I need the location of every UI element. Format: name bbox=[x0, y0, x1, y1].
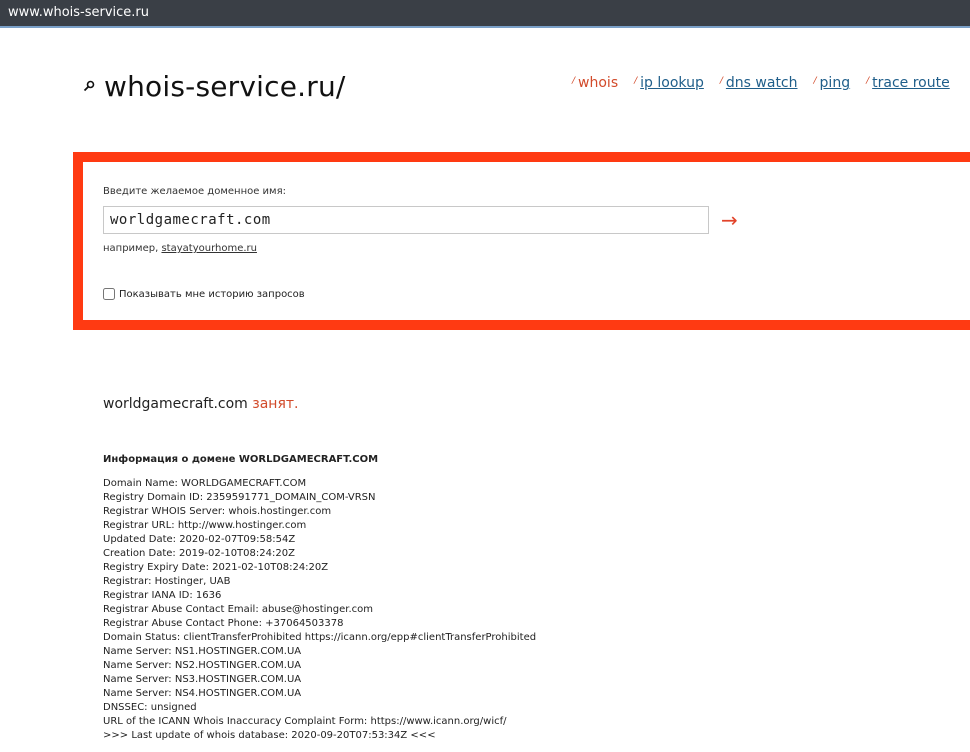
whois-line: Domain Name: WORLDGAMECRAFT.COM bbox=[103, 478, 307, 489]
nav-item-whois[interactable]: / whois bbox=[572, 75, 618, 91]
whois-line: Registrar IANA ID: 1636 bbox=[103, 590, 222, 601]
history-toggle[interactable]: Показывать мне историю запросов bbox=[103, 288, 305, 300]
whois-line: Name Server: NS3.HOSTINGER.COM.UA bbox=[103, 674, 302, 685]
site-logo[interactable]: whois-service.ru/ bbox=[82, 66, 346, 106]
whois-line: Registry Domain ID: 2359591771_DOMAIN_CO… bbox=[103, 492, 376, 503]
example-hint: например, stayatyourhome.ru bbox=[103, 243, 257, 254]
result-title: worldgamecraft.com занят. bbox=[103, 396, 299, 412]
submit-arrow-icon[interactable]: → bbox=[721, 210, 738, 230]
nav-link-dns-watch[interactable]: dns watch bbox=[726, 75, 798, 91]
history-checkbox[interactable] bbox=[103, 288, 115, 300]
result-status: занят. bbox=[252, 396, 299, 412]
nav-slash-mark: / bbox=[866, 76, 870, 86]
whois-line: Name Server: NS4.HOSTINGER.COM.UA bbox=[103, 688, 302, 699]
nav-slash-mark: / bbox=[634, 76, 638, 86]
nav-link-whois[interactable]: whois bbox=[578, 75, 618, 91]
magnifier-icon bbox=[83, 80, 95, 92]
browser-address-bar[interactable]: www.whois-service.ru bbox=[0, 0, 970, 28]
nav-link-trace-route[interactable]: trace route bbox=[872, 75, 950, 91]
nav-item-dns-watch[interactable]: / dns watch bbox=[720, 75, 798, 91]
main-nav: / whois / ip lookup / dns watch / ping /… bbox=[572, 75, 966, 91]
example-link[interactable]: stayatyourhome.ru bbox=[161, 243, 257, 254]
url-text[interactable]: www.whois-service.ru bbox=[8, 5, 149, 20]
whois-line: Registrar URL: http://www.hostinger.com bbox=[103, 520, 307, 531]
domain-input[interactable] bbox=[103, 206, 709, 234]
whois-line: DNSSEC: unsigned bbox=[103, 702, 197, 713]
nav-item-ip-lookup[interactable]: / ip lookup bbox=[634, 75, 704, 91]
whois-line: Registrar Abuse Contact Phone: +37064503… bbox=[103, 618, 344, 629]
nav-item-trace-route[interactable]: / trace route bbox=[866, 75, 950, 91]
whois-line: >>> Last update of whois database: 2020-… bbox=[103, 730, 436, 741]
whois-line: Creation Date: 2019-02-10T08:24:20Z bbox=[103, 548, 295, 559]
logo-text: whois-service.ru/ bbox=[104, 69, 346, 103]
whois-line: Registrar Abuse Contact Email: abuse@hos… bbox=[103, 604, 373, 615]
domain-input-label: Введите желаемое доменное имя: bbox=[103, 186, 286, 197]
nav-slash-mark: / bbox=[719, 76, 723, 86]
whois-line: Name Server: NS2.HOSTINGER.COM.UA bbox=[103, 660, 302, 671]
result-domain: worldgamecraft.com bbox=[103, 396, 248, 412]
whois-line: Name Server: NS1.HOSTINGER.COM.UA bbox=[103, 646, 302, 657]
whois-line: Registry Expiry Date: 2021-02-10T08:24:2… bbox=[103, 562, 329, 573]
domain-info-heading: Информация о домене WORLDGAMECRAFT.COM bbox=[103, 454, 379, 465]
whois-line: Registrar: Hostinger, UAB bbox=[103, 576, 231, 587]
whois-line: URL of the ICANN Whois Inaccuracy Compla… bbox=[103, 716, 507, 727]
nav-link-ping[interactable]: ping bbox=[820, 75, 851, 91]
example-prefix: например, bbox=[103, 243, 159, 254]
whois-line: Registrar WHOIS Server: whois.hostinger.… bbox=[103, 506, 332, 517]
whois-line: Updated Date: 2020-02-07T09:58:54Z bbox=[103, 534, 296, 545]
nav-item-ping[interactable]: / ping bbox=[814, 75, 851, 91]
domain-search-form: Введите желаемое доменное имя: → наприме… bbox=[73, 152, 970, 330]
history-label: Показывать мне историю запросов bbox=[119, 288, 305, 300]
whois-record: Domain Name: WORLDGAMECRAFT.COM Registry … bbox=[103, 477, 536, 743]
nav-slash-mark: / bbox=[813, 76, 817, 86]
nav-link-ip-lookup[interactable]: ip lookup bbox=[640, 75, 704, 91]
nav-slash-mark: / bbox=[572, 76, 576, 86]
whois-line: Domain Status: clientTransferProhibited … bbox=[103, 632, 537, 643]
